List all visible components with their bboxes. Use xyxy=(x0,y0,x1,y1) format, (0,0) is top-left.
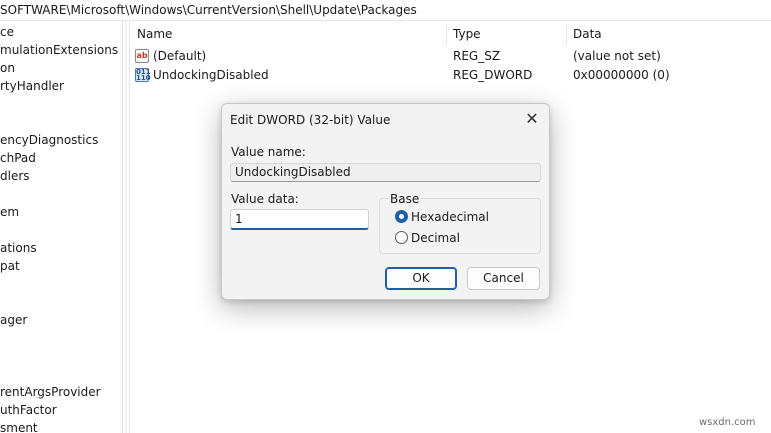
tree-item[interactable]: ager xyxy=(0,312,27,328)
tree-item[interactable]: em xyxy=(0,204,19,220)
tree-item[interactable]: ations xyxy=(0,240,37,256)
address-bar[interactable]: SOFTWARE\Microsoft\Windows\CurrentVersio… xyxy=(0,0,771,21)
close-icon[interactable]: ✕ xyxy=(519,108,545,132)
value-name-label: Value name: xyxy=(231,145,306,159)
column-header-type[interactable]: Type xyxy=(453,25,563,45)
value-name-field: UndockingDisabled xyxy=(230,163,541,182)
edit-dword-dialog: Edit DWORD (32-bit) Value ✕ Value name: … xyxy=(221,103,550,300)
cancel-button[interactable]: Cancel xyxy=(467,267,540,290)
tree-item[interactable]: on xyxy=(0,60,15,76)
binary-value-icon: 011 110 xyxy=(135,68,151,82)
splitter-track xyxy=(125,21,127,433)
dialog-title: Edit DWORD (32-bit) Value xyxy=(230,113,391,127)
tree-item[interactable]: sment xyxy=(0,420,38,433)
value-data-input[interactable]: 1 xyxy=(230,209,369,230)
pane-splitter[interactable] xyxy=(122,21,130,433)
list-item[interactable]: 011 110 UndockingDisabled REG_DWORD 0x00… xyxy=(130,66,771,84)
string-value-icon: ab xyxy=(135,49,149,63)
value-data-label: Value data: xyxy=(231,192,299,206)
tree-item[interactable]: uthFactor xyxy=(0,402,57,418)
address-path: SOFTWARE\Microsoft\Windows\CurrentVersio… xyxy=(0,3,417,17)
value-type: REG_DWORD xyxy=(453,68,533,82)
tree-item[interactable]: pat xyxy=(0,258,20,274)
hexadecimal-radio[interactable] xyxy=(395,210,408,223)
hexadecimal-radio-label[interactable]: Hexadecimal xyxy=(411,210,489,224)
list-item[interactable]: ab (Default) REG_SZ (value not set) xyxy=(130,47,771,65)
tree-item[interactable]: mulationExtensions xyxy=(0,42,118,58)
tree-item[interactable]: encyDiagnostics xyxy=(0,132,98,148)
tree-item[interactable]: rentArgsProvider xyxy=(0,384,101,400)
value-data: (value not set) xyxy=(573,49,661,63)
column-header-name[interactable]: Name xyxy=(137,25,447,45)
value-name: (Default) xyxy=(153,49,207,63)
column-header-data[interactable]: Data xyxy=(573,25,763,45)
value-type: REG_SZ xyxy=(453,49,501,63)
tree-item[interactable]: chPad xyxy=(0,150,36,166)
tree-item[interactable]: dlers xyxy=(0,168,30,184)
base-groupbox xyxy=(379,198,541,254)
ok-button[interactable]: OK xyxy=(385,267,457,290)
decimal-radio-label[interactable]: Decimal xyxy=(411,231,460,245)
tree-item[interactable]: ce xyxy=(0,24,14,40)
base-group-title: Base xyxy=(388,192,422,206)
value-data: 0x00000000 (0) xyxy=(573,68,670,82)
watermark: wsxdn.com xyxy=(699,417,756,428)
tree-item[interactable]: rtyHandler xyxy=(0,78,64,94)
value-name: UndockingDisabled xyxy=(153,68,269,82)
registry-tree-pane[interactable]: ce mulationExtensions on rtyHandler ency… xyxy=(0,21,122,433)
column-separator[interactable] xyxy=(446,24,447,44)
decimal-radio[interactable] xyxy=(395,231,408,244)
column-separator[interactable] xyxy=(566,24,567,44)
